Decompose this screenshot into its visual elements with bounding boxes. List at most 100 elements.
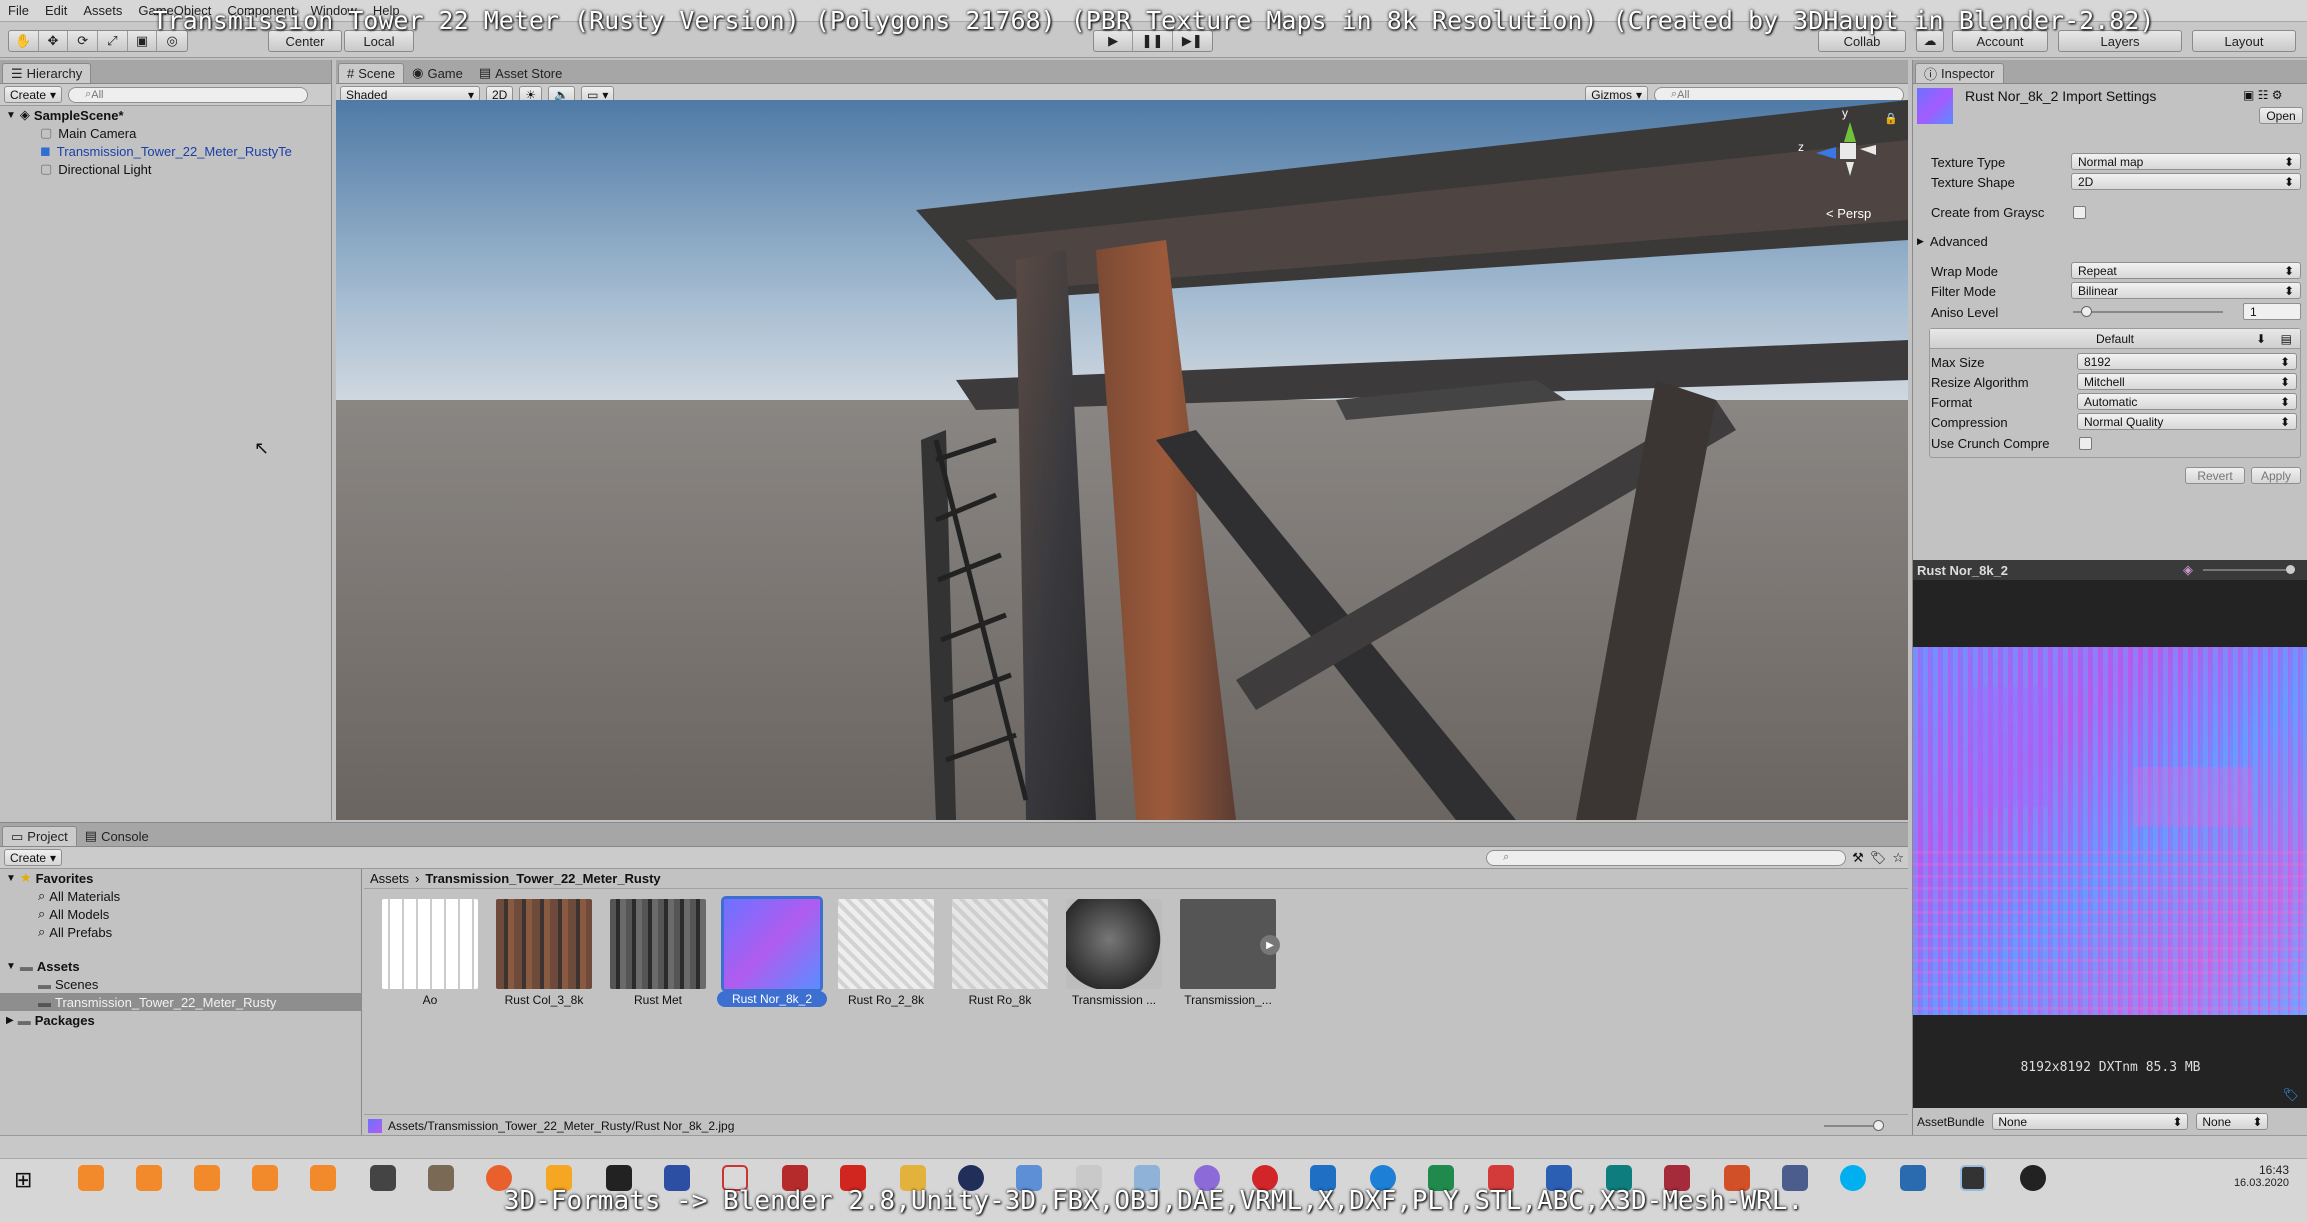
- move-tool[interactable]: ✥: [39, 31, 69, 51]
- wrap-mode-dropdown[interactable]: Repeat ⬍: [2071, 262, 2301, 279]
- tab-asset-store[interactable]: ▤ Asset Store: [471, 63, 571, 83]
- menu-gameobject[interactable]: GameObject: [138, 3, 211, 18]
- aniso-slider-thumb[interactable]: [2081, 306, 2092, 317]
- folder-icon: ▬: [38, 994, 51, 1010]
- layers-dropdown[interactable]: Layers: [2058, 30, 2182, 52]
- favorite-item[interactable]: ⌕ All Materials: [0, 887, 361, 905]
- cloud-button[interactable]: ☁: [1916, 30, 1944, 52]
- filter-mode-dropdown[interactable]: Bilinear ⬍: [2071, 282, 2301, 299]
- breadcrumb-current[interactable]: Transmission_Tower_22_Meter_Rusty: [425, 871, 660, 886]
- aniso-level-input[interactable]: 1: [2243, 303, 2301, 320]
- tab-inspector[interactable]: ⓘ Inspector: [1915, 63, 2004, 83]
- tag-icon[interactable]: 🏷: [2282, 1087, 2299, 1103]
- hierarchy-search-input[interactable]: ⌕ All: [68, 86, 309, 103]
- menu-help[interactable]: Help: [373, 3, 400, 18]
- collab-button[interactable]: Collab: [1818, 30, 1906, 52]
- asset-thumbnail[interactable]: [496, 899, 592, 989]
- dropdown-arrow-icon: ⬍: [2279, 374, 2290, 389]
- texture-shape-label: Texture Shape: [1931, 174, 2015, 190]
- book-icon[interactable]: ▣: [2243, 88, 2254, 102]
- favorite-star-icon[interactable]: ☆: [1892, 850, 1904, 866]
- asset-thumbnail[interactable]: [1066, 899, 1162, 989]
- texture-type-value: Normal map: [2078, 154, 2144, 169]
- rotate-tool[interactable]: ⟳: [68, 31, 99, 51]
- menu-file[interactable]: File: [8, 3, 29, 18]
- assetbundle-dropdown[interactable]: None ⬍: [1992, 1113, 2189, 1130]
- asset-thumbnail[interactable]: [382, 899, 478, 989]
- hierarchy-item-label: Directional Light: [58, 161, 152, 177]
- scene-viewport[interactable]: y z < Persp 🔒: [336, 100, 1908, 820]
- asset-folder-item[interactable]: ▬ Scenes: [0, 975, 361, 993]
- pivot-local-button[interactable]: Local: [344, 30, 414, 52]
- asset-thumbnail[interactable]: [838, 899, 934, 989]
- hierarchy-item[interactable]: ▢ Main Camera: [0, 124, 331, 142]
- scale-tool[interactable]: ⤢: [98, 31, 128, 51]
- hand-tool[interactable]: ✋: [9, 31, 39, 51]
- assets-folder[interactable]: ▼ ▬ Assets: [0, 957, 361, 975]
- compression-dropdown[interactable]: Normal Quality ⬍: [2077, 413, 2297, 430]
- hierarchy-item-label: Main Camera: [58, 125, 137, 141]
- advanced-foldout[interactable]: ▶ Advanced: [1917, 232, 1988, 250]
- layout-dropdown[interactable]: Layout: [2192, 30, 2296, 52]
- open-button[interactable]: Open: [2259, 107, 2303, 124]
- pause-button[interactable]: ❚❚: [1133, 31, 1173, 51]
- menu-window[interactable]: Window: [311, 3, 357, 18]
- tab-console[interactable]: ▤ Console: [77, 826, 157, 846]
- expand-prefab-button[interactable]: ▶: [1260, 935, 1280, 955]
- filter-label-icon[interactable]: 🏷: [1870, 850, 1887, 866]
- menu-assets[interactable]: Assets: [83, 3, 122, 18]
- pivot-center-button[interactable]: Center: [268, 30, 342, 52]
- resize-algorithm-value: Mitchell: [2084, 374, 2125, 389]
- lock-icon[interactable]: 🔒: [1884, 112, 1898, 125]
- play-button[interactable]: ▶: [1094, 31, 1134, 51]
- channel-toggle-icon[interactable]: ◈: [2183, 562, 2193, 578]
- account-dropdown[interactable]: Account: [1952, 30, 2048, 52]
- texture-shape-dropdown[interactable]: 2D ⬍: [2071, 173, 2301, 190]
- thumbnail-size-thumb[interactable]: [1873, 1120, 1884, 1131]
- packages-folder[interactable]: ▶ ▬ Packages: [0, 1011, 361, 1029]
- platform-tab-default[interactable]: Default ⬇ ▤: [1930, 329, 2300, 349]
- filter-type-icon[interactable]: ⚒: [1852, 850, 1864, 866]
- asset-thumbnail[interactable]: [610, 899, 706, 989]
- crunch-checkbox[interactable]: [2079, 437, 2092, 450]
- menu-edit[interactable]: Edit: [45, 3, 67, 18]
- breadcrumb-root[interactable]: Assets: [370, 871, 409, 886]
- tab-scene[interactable]: # Scene: [338, 63, 405, 83]
- tab-game[interactable]: ◉ Game: [404, 63, 471, 83]
- mip-slider[interactable]: [2203, 565, 2295, 574]
- gear-icon[interactable]: ⚙: [2272, 88, 2283, 102]
- menu-component[interactable]: Component: [227, 3, 294, 18]
- revert-button[interactable]: Revert: [2185, 467, 2245, 484]
- folder-icon: ▬: [38, 976, 51, 992]
- favorite-item-label: All Prefabs: [49, 924, 113, 940]
- settings-slider-icon[interactable]: ☷: [2258, 88, 2269, 102]
- asset-thumbnail-selected[interactable]: [721, 896, 823, 992]
- tab-hierarchy[interactable]: ☰ Hierarchy: [2, 63, 92, 83]
- hierarchy-create-button[interactable]: Create ▾: [4, 86, 63, 103]
- create-from-grayscale-checkbox[interactable]: [2073, 206, 2086, 219]
- tab-project[interactable]: ▭ Project: [2, 826, 77, 846]
- project-create-button[interactable]: Create ▾: [4, 849, 63, 866]
- hierarchy-item[interactable]: ◼ Transmission_Tower_22_Meter_RustyTe: [0, 142, 331, 160]
- transform-tool[interactable]: ◎: [157, 31, 187, 51]
- projection-toggle[interactable]: < Persp: [1826, 206, 1871, 221]
- favorites-folder[interactable]: ▼ ★ Favorites: [0, 869, 361, 887]
- texture-type-dropdown[interactable]: Normal map ⬍: [2071, 153, 2301, 170]
- project-search-input[interactable]: ⌕: [1486, 849, 1847, 866]
- aniso-slider[interactable]: [2073, 306, 2223, 317]
- max-size-dropdown[interactable]: 8192 ⬍: [2077, 353, 2297, 370]
- scene-root[interactable]: ▼ ◈ SampleScene*: [0, 106, 331, 124]
- favorite-item[interactable]: ⌕ All Prefabs: [0, 923, 361, 941]
- asset-folder-item-selected[interactable]: ▬ Transmission_Tower_22_Meter_Rusty: [0, 993, 361, 1011]
- mip-slider-thumb[interactable]: [2286, 565, 2295, 574]
- asset-thumbnail[interactable]: [952, 899, 1048, 989]
- rect-tool[interactable]: ▣: [128, 31, 158, 51]
- hierarchy-item[interactable]: ▢ Directional Light: [0, 160, 331, 178]
- thumbnail-size-slider[interactable]: [1824, 1120, 1884, 1131]
- format-dropdown[interactable]: Automatic ⬍: [2077, 393, 2297, 410]
- variant-dropdown[interactable]: None ⬍: [2196, 1113, 2269, 1130]
- apply-button[interactable]: Apply: [2251, 467, 2301, 484]
- resize-algorithm-dropdown[interactable]: Mitchell ⬍: [2077, 373, 2297, 390]
- step-button[interactable]: ▶❚: [1173, 31, 1212, 51]
- favorite-item[interactable]: ⌕ All Models: [0, 905, 361, 923]
